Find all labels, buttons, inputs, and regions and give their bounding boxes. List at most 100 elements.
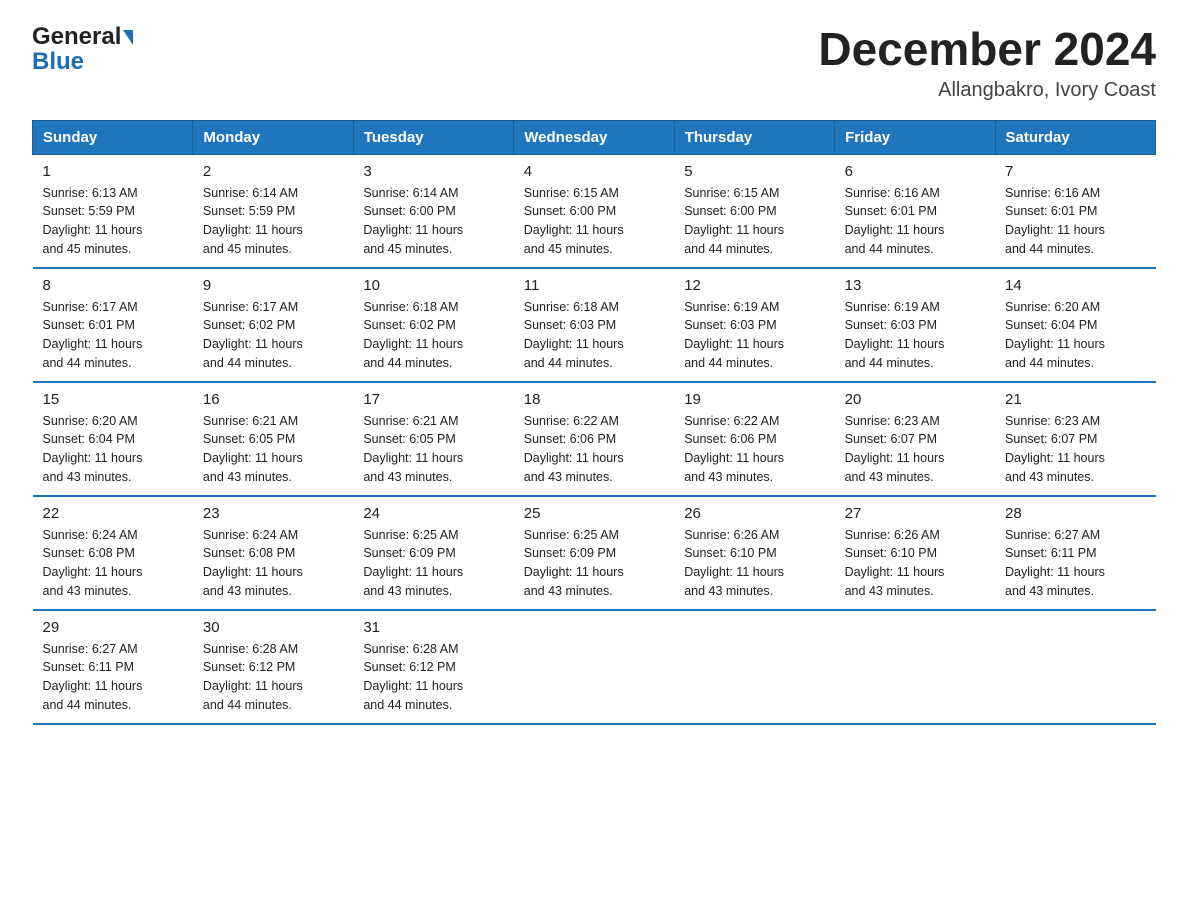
day-number: 15: [43, 391, 183, 408]
day-number: 2: [203, 163, 343, 180]
day-number: 30: [203, 619, 343, 636]
day-info: Sunrise: 6:23 AM Sunset: 6:07 PM Dayligh…: [845, 412, 985, 487]
calendar-week-4: 22 Sunrise: 6:24 AM Sunset: 6:08 PM Dayl…: [33, 496, 1156, 610]
day-info: Sunrise: 6:14 AM Sunset: 5:59 PM Dayligh…: [203, 184, 343, 259]
calendar-cell: 24 Sunrise: 6:25 AM Sunset: 6:09 PM Dayl…: [353, 496, 513, 610]
day-number: 12: [684, 277, 824, 294]
col-monday: Monday: [193, 120, 353, 154]
calendar-cell: 20 Sunrise: 6:23 AM Sunset: 6:07 PM Dayl…: [835, 382, 995, 496]
calendar-cell: 16 Sunrise: 6:21 AM Sunset: 6:05 PM Dayl…: [193, 382, 353, 496]
calendar-cell: 7 Sunrise: 6:16 AM Sunset: 6:01 PM Dayli…: [995, 154, 1155, 268]
month-year-title: December 2024: [818, 24, 1156, 75]
day-info: Sunrise: 6:13 AM Sunset: 5:59 PM Dayligh…: [43, 184, 183, 259]
calendar-cell: 6 Sunrise: 6:16 AM Sunset: 6:01 PM Dayli…: [835, 154, 995, 268]
day-number: 17: [363, 391, 503, 408]
day-info: Sunrise: 6:15 AM Sunset: 6:00 PM Dayligh…: [524, 184, 664, 259]
calendar-week-1: 1 Sunrise: 6:13 AM Sunset: 5:59 PM Dayli…: [33, 154, 1156, 268]
calendar-cell: [514, 610, 674, 724]
day-number: 23: [203, 505, 343, 522]
day-info: Sunrise: 6:25 AM Sunset: 6:09 PM Dayligh…: [524, 526, 664, 601]
day-info: Sunrise: 6:24 AM Sunset: 6:08 PM Dayligh…: [43, 526, 183, 601]
calendar-cell: 10 Sunrise: 6:18 AM Sunset: 6:02 PM Dayl…: [353, 268, 513, 382]
day-number: 16: [203, 391, 343, 408]
calendar-cell: 2 Sunrise: 6:14 AM Sunset: 5:59 PM Dayli…: [193, 154, 353, 268]
calendar-cell: 23 Sunrise: 6:24 AM Sunset: 6:08 PM Dayl…: [193, 496, 353, 610]
day-number: 24: [363, 505, 503, 522]
day-info: Sunrise: 6:16 AM Sunset: 6:01 PM Dayligh…: [845, 184, 985, 259]
calendar-week-2: 8 Sunrise: 6:17 AM Sunset: 6:01 PM Dayli…: [33, 268, 1156, 382]
day-number: 3: [363, 163, 503, 180]
calendar-cell: 19 Sunrise: 6:22 AM Sunset: 6:06 PM Dayl…: [674, 382, 834, 496]
day-info: Sunrise: 6:28 AM Sunset: 6:12 PM Dayligh…: [203, 640, 343, 715]
day-number: 4: [524, 163, 664, 180]
col-wednesday: Wednesday: [514, 120, 674, 154]
logo-general: General: [32, 24, 121, 50]
calendar-header-row: Sunday Monday Tuesday Wednesday Thursday…: [33, 120, 1156, 154]
day-info: Sunrise: 6:28 AM Sunset: 6:12 PM Dayligh…: [363, 640, 503, 715]
day-number: 25: [524, 505, 664, 522]
day-number: 27: [845, 505, 985, 522]
col-tuesday: Tuesday: [353, 120, 513, 154]
day-number: 19: [684, 391, 824, 408]
page-header: General Blue December 2024 Allangbakro, …: [32, 24, 1156, 102]
calendar-cell: 22 Sunrise: 6:24 AM Sunset: 6:08 PM Dayl…: [33, 496, 193, 610]
day-number: 5: [684, 163, 824, 180]
day-info: Sunrise: 6:19 AM Sunset: 6:03 PM Dayligh…: [845, 298, 985, 373]
day-info: Sunrise: 6:21 AM Sunset: 6:05 PM Dayligh…: [363, 412, 503, 487]
calendar-cell: [995, 610, 1155, 724]
col-thursday: Thursday: [674, 120, 834, 154]
day-info: Sunrise: 6:20 AM Sunset: 6:04 PM Dayligh…: [43, 412, 183, 487]
calendar-week-3: 15 Sunrise: 6:20 AM Sunset: 6:04 PM Dayl…: [33, 382, 1156, 496]
day-info: Sunrise: 6:21 AM Sunset: 6:05 PM Dayligh…: [203, 412, 343, 487]
calendar-cell: 21 Sunrise: 6:23 AM Sunset: 6:07 PM Dayl…: [995, 382, 1155, 496]
day-number: 1: [43, 163, 183, 180]
day-info: Sunrise: 6:26 AM Sunset: 6:10 PM Dayligh…: [684, 526, 824, 601]
day-number: 28: [1005, 505, 1145, 522]
calendar-cell: 4 Sunrise: 6:15 AM Sunset: 6:00 PM Dayli…: [514, 154, 674, 268]
calendar-cell: 8 Sunrise: 6:17 AM Sunset: 6:01 PM Dayli…: [33, 268, 193, 382]
calendar-cell: 5 Sunrise: 6:15 AM Sunset: 6:00 PM Dayli…: [674, 154, 834, 268]
day-info: Sunrise: 6:24 AM Sunset: 6:08 PM Dayligh…: [203, 526, 343, 601]
calendar-cell: 13 Sunrise: 6:19 AM Sunset: 6:03 PM Dayl…: [835, 268, 995, 382]
calendar-cell: 30 Sunrise: 6:28 AM Sunset: 6:12 PM Dayl…: [193, 610, 353, 724]
calendar-cell: 3 Sunrise: 6:14 AM Sunset: 6:00 PM Dayli…: [353, 154, 513, 268]
calendar-cell: [835, 610, 995, 724]
calendar-cell: 9 Sunrise: 6:17 AM Sunset: 6:02 PM Dayli…: [193, 268, 353, 382]
day-number: 11: [524, 277, 664, 294]
day-info: Sunrise: 6:26 AM Sunset: 6:10 PM Dayligh…: [845, 526, 985, 601]
calendar-cell: 15 Sunrise: 6:20 AM Sunset: 6:04 PM Dayl…: [33, 382, 193, 496]
calendar-week-5: 29 Sunrise: 6:27 AM Sunset: 6:11 PM Dayl…: [33, 610, 1156, 724]
location-subtitle: Allangbakro, Ivory Coast: [818, 79, 1156, 102]
col-sunday: Sunday: [33, 120, 193, 154]
day-info: Sunrise: 6:17 AM Sunset: 6:02 PM Dayligh…: [203, 298, 343, 373]
calendar-cell: 29 Sunrise: 6:27 AM Sunset: 6:11 PM Dayl…: [33, 610, 193, 724]
day-number: 8: [43, 277, 183, 294]
day-number: 29: [43, 619, 183, 636]
day-number: 13: [845, 277, 985, 294]
day-number: 6: [845, 163, 985, 180]
day-number: 21: [1005, 391, 1145, 408]
calendar-cell: 12 Sunrise: 6:19 AM Sunset: 6:03 PM Dayl…: [674, 268, 834, 382]
day-number: 20: [845, 391, 985, 408]
calendar-cell: 17 Sunrise: 6:21 AM Sunset: 6:05 PM Dayl…: [353, 382, 513, 496]
day-info: Sunrise: 6:27 AM Sunset: 6:11 PM Dayligh…: [43, 640, 183, 715]
calendar-cell: 26 Sunrise: 6:26 AM Sunset: 6:10 PM Dayl…: [674, 496, 834, 610]
calendar-cell: 28 Sunrise: 6:27 AM Sunset: 6:11 PM Dayl…: [995, 496, 1155, 610]
calendar-cell: 14 Sunrise: 6:20 AM Sunset: 6:04 PM Dayl…: [995, 268, 1155, 382]
day-number: 7: [1005, 163, 1145, 180]
day-info: Sunrise: 6:14 AM Sunset: 6:00 PM Dayligh…: [363, 184, 503, 259]
calendar-cell: 27 Sunrise: 6:26 AM Sunset: 6:10 PM Dayl…: [835, 496, 995, 610]
title-block: December 2024 Allangbakro, Ivory Coast: [818, 24, 1156, 102]
day-number: 14: [1005, 277, 1145, 294]
day-info: Sunrise: 6:20 AM Sunset: 6:04 PM Dayligh…: [1005, 298, 1145, 373]
day-number: 10: [363, 277, 503, 294]
day-info: Sunrise: 6:17 AM Sunset: 6:01 PM Dayligh…: [43, 298, 183, 373]
day-info: Sunrise: 6:23 AM Sunset: 6:07 PM Dayligh…: [1005, 412, 1145, 487]
day-info: Sunrise: 6:27 AM Sunset: 6:11 PM Dayligh…: [1005, 526, 1145, 601]
calendar-cell: 11 Sunrise: 6:18 AM Sunset: 6:03 PM Dayl…: [514, 268, 674, 382]
day-info: Sunrise: 6:19 AM Sunset: 6:03 PM Dayligh…: [684, 298, 824, 373]
calendar-cell: 1 Sunrise: 6:13 AM Sunset: 5:59 PM Dayli…: [33, 154, 193, 268]
logo-blue: Blue: [32, 48, 84, 76]
calendar-table: Sunday Monday Tuesday Wednesday Thursday…: [32, 120, 1156, 725]
logo: General Blue: [32, 24, 133, 76]
